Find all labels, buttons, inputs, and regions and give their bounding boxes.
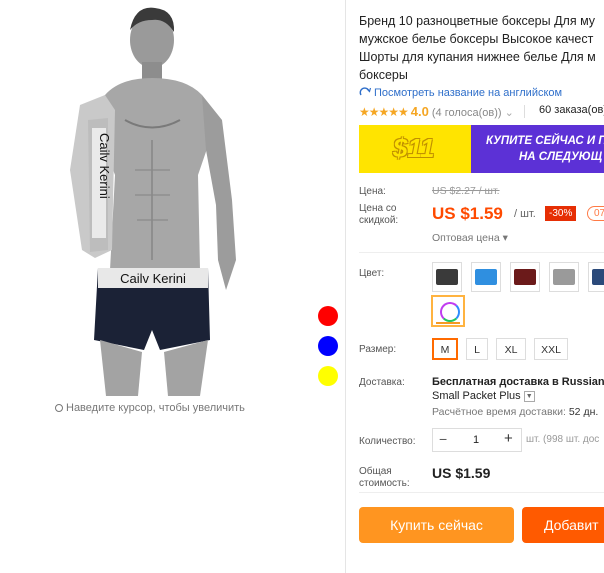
color-swatch-selected[interactable]	[431, 295, 465, 327]
shipping-service-name: Small Packet Plus	[432, 390, 521, 402]
rating-stars-icon: ★★★★★	[359, 105, 409, 119]
votes-count[interactable]: (4 голоса(ов))	[432, 107, 502, 119]
price-unit: / шт.	[514, 208, 536, 220]
delivery-estimate-value: 52 дн.	[568, 406, 599, 418]
swatch-underline	[436, 322, 460, 324]
size-option-l[interactable]: L	[466, 338, 488, 360]
banner-line-1: КУПИТЕ СЕЙЧАС И П	[486, 135, 604, 147]
delivery-estimate-label: Расчётное время доставки:	[432, 406, 566, 418]
old-price: US $2.27 / шт.	[432, 185, 500, 197]
shipping-method: Бесплатная доставка в Russian F	[432, 376, 604, 388]
translate-link-text[interactable]: Посмотреть название на английском	[374, 87, 562, 99]
title-line: боксеры	[359, 68, 408, 82]
color-swatch[interactable]	[471, 262, 501, 292]
size-option-m[interactable]: M	[432, 338, 458, 360]
color-swatch[interactable]	[432, 262, 462, 292]
increase-button[interactable]: +	[504, 430, 513, 447]
orders-count: 60 заказа(ов)	[539, 104, 604, 116]
rating[interactable]: ★★★★★ 4.0 (4 голоса(ов)) ⌄	[359, 104, 514, 119]
shipping-label: Доставка:	[359, 377, 405, 388]
title-line: мужское белье боксеры Высокое качест	[359, 32, 594, 46]
discount-price-label-line: Цена со	[359, 203, 397, 214]
chevron-down-icon: ⌄	[504, 107, 514, 119]
swatch-fill	[475, 269, 497, 285]
gallery-panel: Cailv Kerini Cailv Kerini Наведите курсо…	[0, 0, 345, 573]
section-divider	[359, 492, 604, 493]
rating-value: 4.0	[410, 104, 429, 119]
yellow-dot	[318, 366, 338, 386]
svg-text:Cailv Kerini: Cailv Kerini	[97, 133, 112, 199]
product-info-panel: Бренд 10 разноцветные боксеры Для му муж…	[346, 0, 604, 573]
size-label: Размер:	[359, 344, 397, 355]
chevron-down-icon[interactable]: ▼	[523, 390, 535, 402]
size-option-xl[interactable]: XL	[496, 338, 526, 360]
add-to-cart-button[interactable]: Добавит	[522, 507, 604, 543]
product-image[interactable]: Cailv Kerini Cailv Kerini	[60, 0, 240, 396]
zoom-hint-text: Наведите курсор, чтобы увеличить	[66, 402, 245, 414]
blue-dot	[318, 336, 338, 356]
waistband-label: Cailv Kerini	[120, 271, 186, 286]
red-dot	[318, 306, 338, 326]
available-stock: шт. (998 шт. дос	[526, 434, 600, 445]
multicolor-logo-icon	[440, 302, 460, 322]
color-swatch[interactable]	[510, 262, 540, 292]
current-price: US $1.59	[432, 204, 503, 223]
title-line: Шорты для купания нижнее белье Для м	[359, 50, 596, 64]
size-option-xxl[interactable]: XXL	[534, 338, 568, 360]
discount-price-label: Цена со скидкой:	[359, 203, 398, 227]
quantity-stepper[interactable]: − 1 +	[432, 428, 522, 452]
rating-separator	[524, 105, 525, 118]
title-line: Бренд 10 разноцветные боксеры Для му	[359, 14, 596, 28]
translate-icon	[359, 87, 372, 96]
product-title: Бренд 10 разноцветные боксеры Для му муж…	[359, 12, 604, 84]
quantity-label: Количество:	[359, 436, 416, 447]
swatch-fill	[553, 269, 575, 285]
swatch-fill	[436, 269, 458, 285]
promo-banner[interactable]: $11 КУПИТЕ СЕЙЧАС И П НА СЛЕДУЮЩ	[359, 125, 604, 173]
quantity-input[interactable]: 1	[473, 434, 479, 446]
section-divider	[359, 252, 604, 253]
total-label-line: стоимость:	[359, 478, 410, 489]
buy-now-button[interactable]: Купить сейчас	[359, 507, 514, 543]
coupon-badge: $11	[359, 125, 471, 173]
total-label-line: Общая	[359, 466, 392, 477]
banner-line-2: НА СЛЕДУЮЩ	[519, 151, 603, 163]
decrease-button[interactable]: −	[439, 431, 447, 447]
color-label: Цвет:	[359, 268, 385, 279]
delivery-estimate: Расчётное время доставки: 52 дн.	[432, 406, 598, 418]
total-price: US $1.59	[432, 465, 491, 481]
translate-link[interactable]: Посмотреть название на английском	[359, 86, 562, 99]
magnifier-icon	[55, 404, 63, 412]
discount-badge: -30%	[545, 206, 577, 221]
price-label: Цена:	[359, 186, 386, 197]
wholesale-price-toggle[interactable]: Оптовая цена ▾	[432, 232, 508, 244]
extra-badge: 07	[587, 206, 604, 221]
total-label: Общая стоимость:	[359, 466, 410, 490]
swatch-fill	[514, 269, 536, 285]
discount-price-label-line: скидкой:	[359, 215, 399, 226]
shipping-service[interactable]: Small Packet Plus ▼	[432, 390, 535, 402]
swatch-fill	[592, 269, 604, 285]
color-swatch[interactable]	[588, 262, 604, 292]
color-swatch[interactable]	[549, 262, 579, 292]
zoom-hint: Наведите курсор, чтобы увеличить	[55, 402, 245, 414]
coupon-value: $11	[393, 133, 435, 163]
